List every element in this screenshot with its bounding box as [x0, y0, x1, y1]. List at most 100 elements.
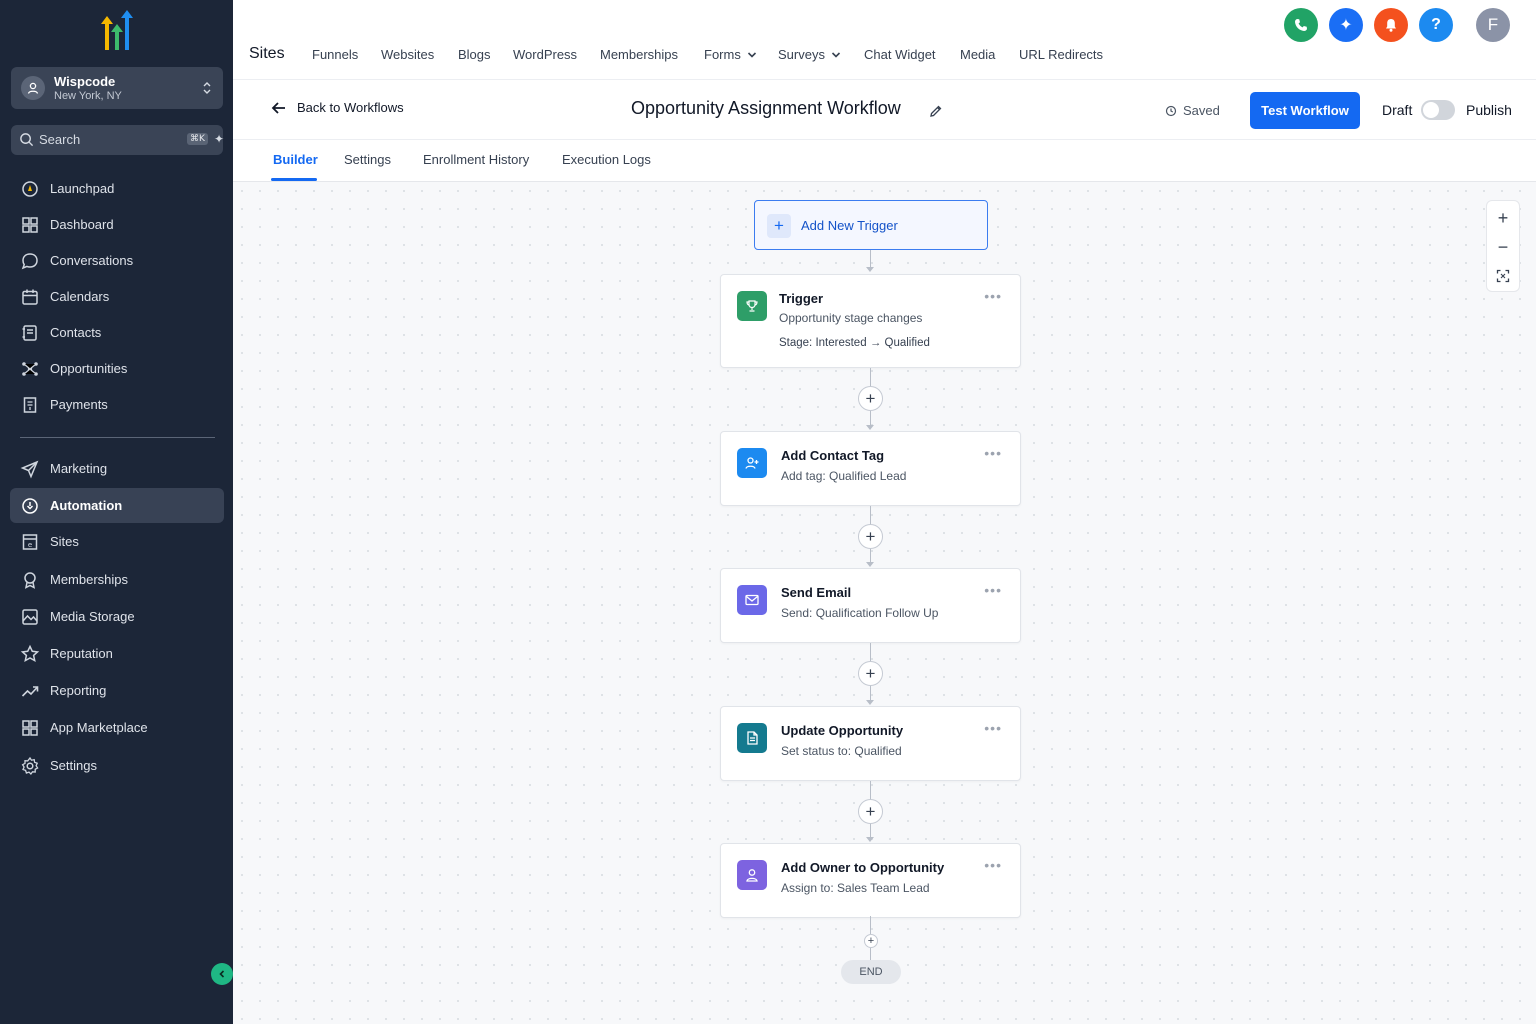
sidebar-item-marketing[interactable]: Marketing [10, 451, 224, 486]
sidebar-item-label: Automation [50, 498, 123, 513]
arrow-right-icon: → [869, 337, 882, 349]
end-node: END [841, 960, 901, 984]
sidebar-item-payments[interactable]: Payments [10, 387, 224, 422]
calendar-icon [22, 289, 38, 305]
add-step-button[interactable]: + [864, 934, 878, 948]
step-card-send-email[interactable]: Send Email Send: Qualification Follow Up •… [720, 568, 1021, 643]
nav-link-label: URL Redirects [1019, 47, 1104, 62]
add-new-trigger-button[interactable]: + Add New Trigger [754, 200, 988, 250]
add-step-button[interactable]: + [858, 524, 883, 549]
sidebar-item-label: Conversations [50, 253, 134, 268]
automation-icon [22, 498, 38, 514]
search-input[interactable]: Search ⌘K ✦ [11, 125, 224, 155]
sidebar-item-label: Marketing [50, 461, 108, 476]
step-card-update-opportunity[interactable]: Update Opportunity Set status to: Qualifi… [720, 706, 1021, 781]
saved-status: Saved [1165, 103, 1220, 118]
zoom-in-button[interactable]: + [1487, 203, 1519, 233]
phone-icon [1295, 19, 1307, 31]
more-options-icon[interactable]: ••• [984, 720, 1002, 736]
tab-settings[interactable]: Settings [344, 152, 391, 167]
tab-builder[interactable]: Builder [273, 152, 318, 167]
help-icon: ? [1431, 16, 1441, 33]
step-card-add-contact-tag[interactable]: Add Contact Tag Add tag: Qualified Lead ••… [720, 431, 1021, 506]
collapse-sidebar-button[interactable] [211, 963, 233, 985]
add-step-button[interactable]: + [858, 799, 883, 824]
fit-view-button[interactable] [1487, 261, 1519, 291]
sidebar-item-contacts[interactable]: Contacts [10, 315, 224, 350]
add-step-button[interactable]: + [858, 386, 883, 411]
step-subtitle: Set status to: Qualified [781, 744, 902, 758]
trigger-card[interactable]: Trigger Opportunity stage changes Stage:… [720, 274, 1021, 368]
sidebar-item-opportunities[interactable]: Opportunities [10, 351, 224, 386]
chevron-down-icon [831, 51, 841, 58]
nav-link-wordpress[interactable]: WordPress [513, 47, 577, 62]
contacts-icon [22, 325, 37, 341]
sidebar-item-memberships[interactable]: Memberships [10, 562, 224, 597]
phone-button[interactable] [1284, 8, 1318, 42]
tab-enrollment-history[interactable]: Enrollment History [423, 152, 529, 167]
add-step-button[interactable]: + [858, 661, 883, 686]
help-button[interactable]: ? [1419, 8, 1453, 42]
back-to-workflows-link[interactable]: Back to Workflows [271, 100, 404, 115]
app-logo[interactable] [95, 10, 139, 52]
nav-link-surveys[interactable]: Surveys [778, 47, 841, 62]
ai-assistant-button[interactable]: ✦ [1329, 8, 1363, 42]
sidebar-item-media-storage[interactable]: Media Storage [10, 599, 224, 634]
sidebar-item-reporting[interactable]: Reporting [10, 673, 224, 708]
document-icon [737, 723, 767, 753]
sidebar-item-app-marketplace[interactable]: App Marketplace [10, 710, 224, 745]
nav-link-media[interactable]: Media [960, 47, 995, 62]
sidebar-item-settings[interactable]: Settings [10, 748, 224, 783]
chevron-down-icon [747, 51, 756, 58]
back-label: Back to Workflows [297, 100, 404, 115]
account-location: New York, NY [54, 90, 122, 102]
more-options-icon[interactable]: ••• [984, 857, 1002, 873]
nav-link-chat-widget[interactable]: Chat Widget [864, 47, 936, 62]
step-title: Update Opportunity [781, 723, 904, 738]
sidebar-item-label: Settings [50, 758, 97, 773]
nav-link-forms[interactable]: Forms [704, 47, 757, 62]
sidebar-item-dashboard[interactable]: Dashboard [10, 207, 224, 242]
plus-icon: + [865, 801, 876, 821]
nav-link-websites[interactable]: Websites [381, 47, 434, 62]
nav-link-memberships[interactable]: Memberships [600, 47, 678, 62]
sidebar-item-label: Calendars [50, 289, 110, 304]
connector-line [870, 948, 871, 960]
test-workflow-button[interactable]: Test Workflow [1250, 92, 1360, 129]
account-switcher[interactable]: Wispcode New York, NY [11, 67, 223, 109]
contact-tag-icon [737, 448, 767, 478]
user-avatar[interactable]: F [1476, 8, 1510, 42]
connector-arrow [866, 837, 874, 842]
tab-execution-logs[interactable]: Execution Logs [562, 152, 651, 167]
more-options-icon[interactable]: ••• [984, 445, 1002, 461]
sidebar-item-label: Media Storage [50, 609, 135, 624]
zoom-out-button[interactable]: − [1487, 232, 1519, 262]
sidebar-item-automation[interactable]: Automation [10, 488, 224, 523]
sidebar-item-label: Payments [50, 397, 108, 412]
sparkle-icon[interactable]: ✦ [214, 132, 224, 146]
sidebar-item-calendars[interactable]: Calendars [10, 279, 224, 314]
more-options-icon[interactable]: ••• [984, 582, 1002, 598]
more-options-icon[interactable]: ••• [984, 288, 1002, 304]
chevron-left-icon [219, 970, 225, 978]
notifications-button[interactable] [1374, 8, 1408, 42]
user-icon [21, 76, 45, 100]
sidebar-item-reputation[interactable]: Reputation [10, 636, 224, 671]
publish-label: Publish [1466, 102, 1512, 118]
sidebar-item-sites[interactable]: e Sites [10, 524, 224, 559]
publish-toggle[interactable] [1421, 100, 1455, 120]
nav-link-url-redirects[interactable]: URL Redirects [1019, 47, 1103, 62]
nav-link-funnels[interactable]: Funnels [312, 47, 358, 62]
pencil-icon[interactable] [929, 104, 943, 118]
active-tab-indicator [271, 178, 317, 181]
sidebar-item-conversations[interactable]: Conversations [10, 243, 224, 278]
step-subtitle: Assign to: Sales Team Lead [781, 881, 930, 895]
step-card-add-owner-to-opportunity[interactable]: Add Owner to Opportunity Assign to: Sales… [720, 843, 1021, 918]
workflow-title: Opportunity Assignment Workflow [631, 98, 901, 118]
plus-icon: + [865, 526, 876, 546]
sidebar-item-launchpad[interactable]: Launchpad [10, 171, 224, 206]
sidebar-item-label: Sites [50, 534, 79, 549]
nav-link-blogs[interactable]: Blogs [458, 47, 491, 62]
top-bar: Sites Funnels Websites Blogs WordPress M… [233, 0, 1536, 80]
stage-to: Qualified [884, 337, 930, 349]
